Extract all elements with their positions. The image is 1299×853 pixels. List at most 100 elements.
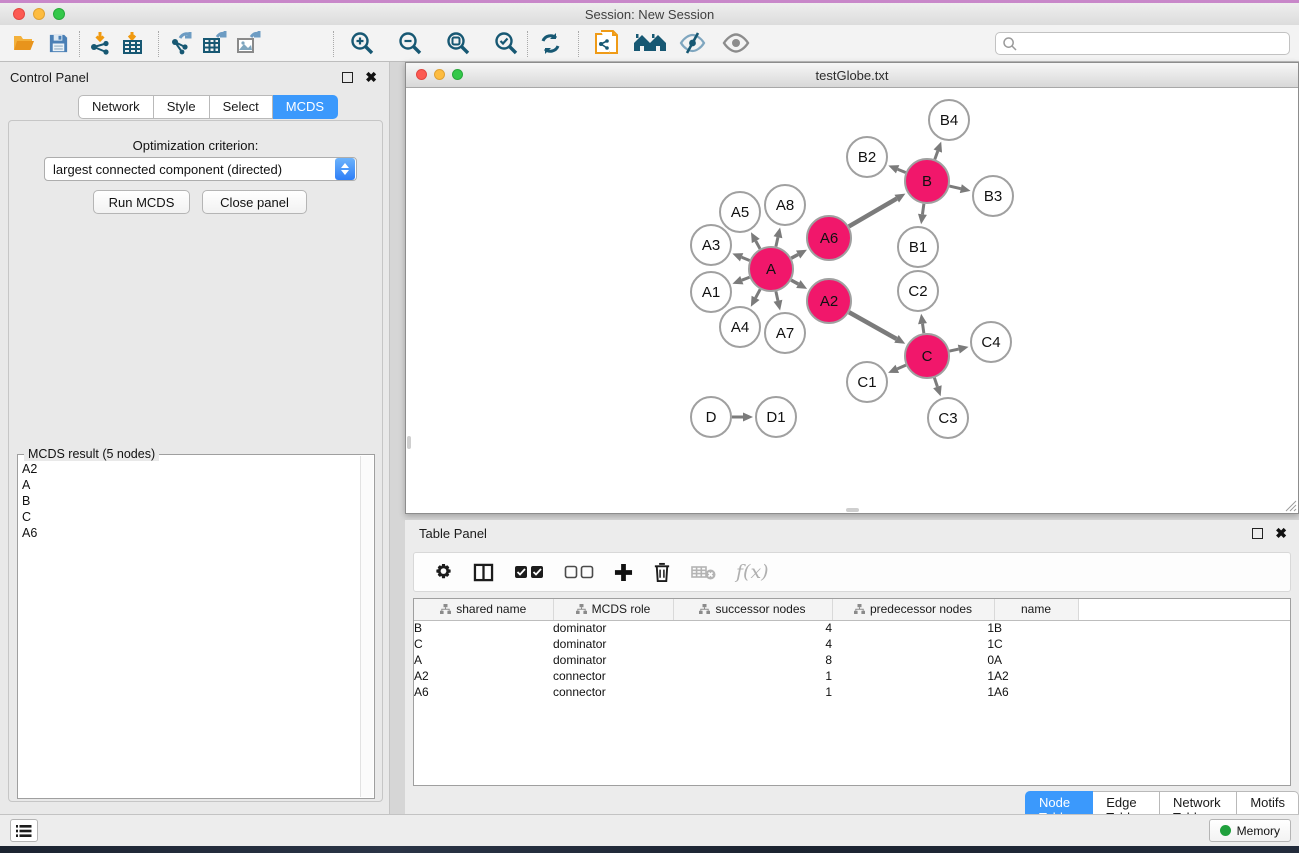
cell-mcds_role[interactable]: connector	[553, 668, 673, 684]
table-row[interactable]: A6connector11A6	[414, 684, 1290, 700]
save-icon[interactable]	[44, 29, 72, 57]
result-scrollbar[interactable]	[360, 456, 373, 797]
graph-node-C4[interactable]: C4	[971, 322, 1011, 362]
cell-mcds_role[interactable]: dominator	[553, 636, 673, 652]
select-all-checkboxes-icon[interactable]	[514, 565, 544, 579]
graph-node-B4[interactable]: B4	[929, 100, 969, 140]
cell-predecessor_nodes[interactable]: 0	[832, 652, 994, 668]
graph-node-D1[interactable]: D1	[756, 397, 796, 437]
graph-node-A[interactable]: A	[749, 247, 793, 291]
graph-edge-B-B1[interactable]	[918, 204, 927, 224]
zoom-fit-icon[interactable]	[444, 29, 472, 57]
export-table-icon[interactable]	[201, 29, 229, 57]
resize-grip-icon[interactable]	[1284, 499, 1297, 512]
cell-shared_name[interactable]: C	[414, 636, 553, 652]
cell-predecessor_nodes[interactable]: 1	[832, 636, 994, 652]
cell-mcds_role[interactable]: connector	[553, 684, 673, 700]
graph-edge-A-A7[interactable]	[774, 291, 783, 310]
graph-node-B3[interactable]: B3	[973, 176, 1013, 216]
search-input[interactable]	[1018, 37, 1289, 51]
graph-node-B2[interactable]: B2	[847, 137, 887, 177]
gear-icon[interactable]	[434, 563, 453, 582]
float-panel-icon[interactable]	[342, 72, 353, 83]
graph-edge-A2-C[interactable]	[849, 312, 905, 344]
graph-edge-A-A6[interactable]	[791, 250, 807, 259]
graph-edge-A-A8[interactable]	[774, 227, 783, 246]
graph-node-A8[interactable]: A8	[765, 185, 805, 225]
columns-icon[interactable]	[473, 563, 494, 582]
show-eye-icon[interactable]	[722, 29, 750, 57]
close-table-panel-icon[interactable]: ✖	[1275, 528, 1287, 539]
table-row[interactable]: Adominator80A	[414, 652, 1290, 668]
graph-edge-B-B2[interactable]	[888, 165, 905, 173]
tab-select[interactable]: Select	[210, 95, 273, 119]
cell-shared_name[interactable]: A	[414, 652, 553, 668]
deselect-all-checkboxes-icon[interactable]	[564, 565, 594, 579]
cell-shared_name[interactable]: A6	[414, 684, 553, 700]
search-field[interactable]	[995, 32, 1290, 55]
graph-node-B[interactable]: B	[905, 159, 949, 203]
column-header-name[interactable]: name	[994, 599, 1078, 620]
graph-node-A1[interactable]: A1	[691, 272, 731, 312]
open-folder-icon[interactable]	[10, 29, 38, 57]
graph-edge-A-A2[interactable]	[791, 280, 807, 289]
cell-shared_name[interactable]: A2	[414, 668, 553, 684]
canvas-hscroll-thumb[interactable]	[846, 508, 859, 512]
cell-successor_nodes[interactable]: 4	[673, 636, 832, 652]
float-table-panel-icon[interactable]	[1252, 528, 1263, 539]
close-window-button[interactable]	[13, 8, 25, 20]
close-panel-button[interactable]: Close panel	[202, 190, 307, 214]
graph-node-C[interactable]: C	[905, 334, 949, 378]
cell-predecessor_nodes[interactable]: 1	[832, 684, 994, 700]
memory-button[interactable]: Memory	[1209, 819, 1291, 842]
cell-name[interactable]: C	[994, 636, 1078, 652]
zoom-out-icon[interactable]	[396, 29, 424, 57]
mcds-result-item[interactable]: C	[22, 509, 374, 525]
minimize-network-window-button[interactable]	[434, 69, 445, 80]
cell-mcds_role[interactable]: dominator	[553, 620, 673, 636]
graph-node-A4[interactable]: A4	[720, 307, 760, 347]
show-panels-list-button[interactable]	[10, 819, 38, 842]
mcds-result-item[interactable]: A2	[22, 461, 374, 477]
graph-edge-A-A1[interactable]	[732, 276, 749, 284]
graph-edge-C-C1[interactable]	[888, 365, 906, 373]
new-network-from-file-icon[interactable]	[592, 29, 620, 57]
cell-name[interactable]: A2	[994, 668, 1078, 684]
zoom-network-window-button[interactable]	[452, 69, 463, 80]
mcds-result-item[interactable]: A	[22, 477, 374, 493]
zoom-in-icon[interactable]	[348, 29, 376, 57]
cell-mcds_role[interactable]: dominator	[553, 652, 673, 668]
graph-edge-A-A5[interactable]	[751, 232, 760, 249]
graph-edge-A-A3[interactable]	[732, 253, 749, 261]
minimize-window-button[interactable]	[33, 8, 45, 20]
import-network-icon[interactable]	[86, 29, 114, 57]
cell-predecessor_nodes[interactable]: 1	[832, 668, 994, 684]
tab-network[interactable]: Network	[78, 95, 154, 119]
column-header-successor-nodes[interactable]: successor nodes	[673, 599, 832, 620]
graph-node-C3[interactable]: C3	[928, 398, 968, 438]
cell-successor_nodes[interactable]: 1	[673, 668, 832, 684]
column-header-predecessor-nodes[interactable]: predecessor nodes	[832, 599, 994, 620]
table-row[interactable]: A2connector11A2	[414, 668, 1290, 684]
graph-node-D[interactable]: D	[691, 397, 731, 437]
close-network-window-button[interactable]	[416, 69, 427, 80]
graph-node-A5[interactable]: A5	[720, 192, 760, 232]
graph-node-A6[interactable]: A6	[807, 216, 851, 260]
cell-successor_nodes[interactable]: 4	[673, 620, 832, 636]
cell-shared_name[interactable]: B	[414, 620, 553, 636]
network-canvas[interactable]: B4B2BB3A8A5A6A3B1AA1C2A2A4A7C4CC1C3DD1	[406, 88, 1298, 513]
graph-edge-C-C2[interactable]	[918, 314, 927, 333]
tab-style[interactable]: Style	[154, 95, 210, 119]
graph-node-C1[interactable]: C1	[847, 362, 887, 402]
hide-eye-icon[interactable]	[678, 29, 706, 57]
delete-table-icon[interactable]	[691, 564, 716, 580]
zoom-window-button[interactable]	[53, 8, 65, 20]
run-mcds-button[interactable]: Run MCDS	[93, 190, 190, 214]
graph-node-B1[interactable]: B1	[898, 227, 938, 267]
function-builder-icon[interactable]: f(x)	[736, 561, 769, 583]
mcds-result-item[interactable]: B	[22, 493, 374, 509]
graph-edge-A6-B[interactable]	[849, 194, 906, 227]
cell-successor_nodes[interactable]: 8	[673, 652, 832, 668]
graph-node-A2[interactable]: A2	[807, 279, 851, 323]
home-icon[interactable]	[632, 29, 668, 57]
